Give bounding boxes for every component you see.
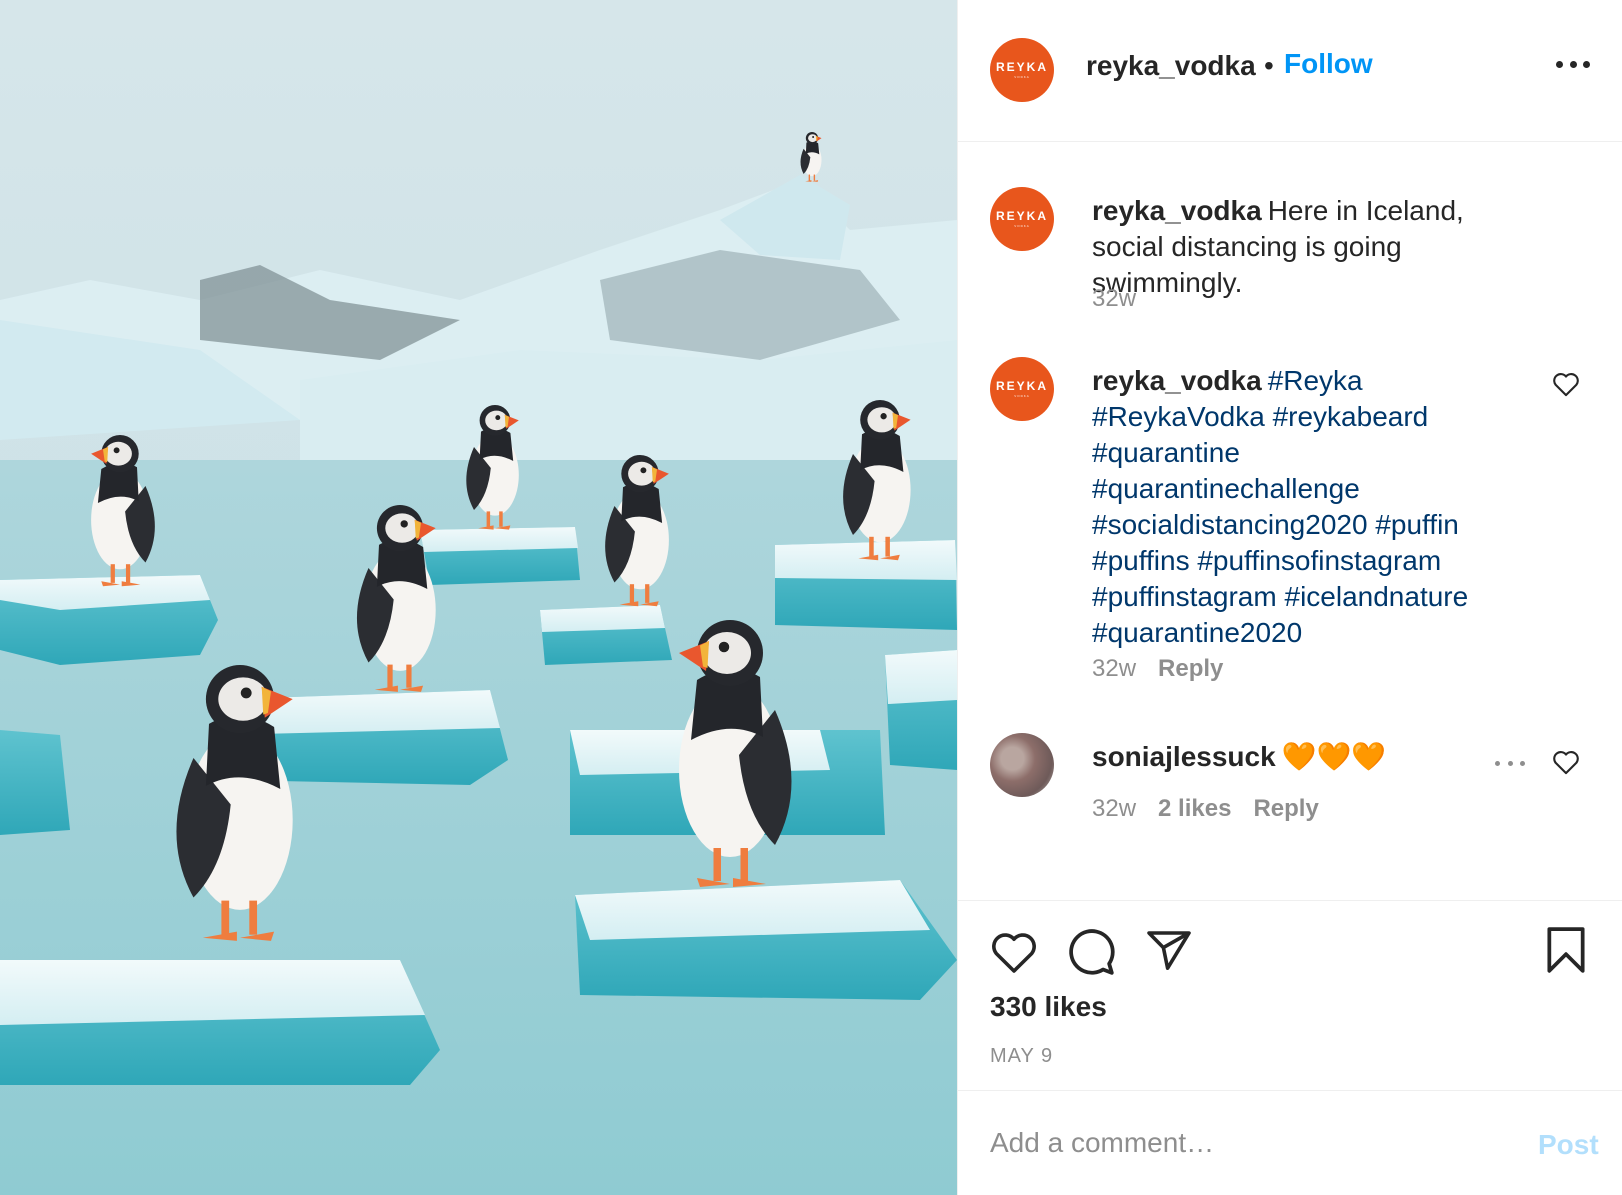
hashtag-link[interactable]: #puffins <box>1092 545 1190 576</box>
brand-wordmark: REYKA <box>995 379 1048 393</box>
brand-subtext: VODKA <box>1014 224 1030 228</box>
comment-username[interactable]: reyka_vodka <box>1092 365 1262 396</box>
post-date[interactable]: MAY 9 <box>990 1045 1053 1068</box>
brand-wordmark: REYKA <box>995 60 1048 74</box>
profile-avatar[interactable]: REYKA VODKA <box>990 38 1054 102</box>
heart-icon[interactable] <box>990 929 1038 975</box>
comment-body: reyka_vodka #Reyka #ReykaVodka #reykabeard… <box>1092 363 1522 651</box>
comment-avatar[interactable]: REYKA VODKA <box>990 357 1054 421</box>
reply-button[interactable]: Reply <box>1253 795 1318 822</box>
hashtag-link[interactable]: #Reyka <box>1268 365 1363 396</box>
post-comment-button[interactable]: Post <box>1538 1129 1599 1161</box>
post-image[interactable] <box>0 0 957 1195</box>
post-actions: 330 likes MAY 9 <box>958 900 1622 1090</box>
comment-text: 🧡🧡🧡 <box>1281 741 1387 772</box>
hashtag-link[interactable]: #puffin <box>1375 509 1459 540</box>
caption-time[interactable]: 32w <box>1092 285 1136 312</box>
hashtag-link[interactable]: #puffinstagram <box>1092 581 1277 612</box>
brand-subtext: VODKA <box>1014 75 1030 79</box>
comment-icon[interactable] <box>1066 927 1116 977</box>
follow-button[interactable]: Follow <box>1284 48 1373 80</box>
hashtag-link[interactable]: #reykabeard <box>1273 401 1429 432</box>
post-sidebar: REYKA VODKA reyka_vodka • Follow REYKA V… <box>957 0 1622 1195</box>
comment-meta: 32w Reply <box>1092 655 1245 683</box>
header-username[interactable]: reyka_vodka <box>1086 50 1256 82</box>
hashtag-link[interactable]: #puffinsofinstagram <box>1197 545 1441 576</box>
more-horizontal-icon[interactable] <box>1556 56 1590 72</box>
hashtag-link[interactable]: #quarantine2020 <box>1092 617 1302 648</box>
commenter-avatar[interactable] <box>990 733 1054 797</box>
share-icon[interactable] <box>1144 927 1194 975</box>
reply-button[interactable]: Reply <box>1158 655 1223 682</box>
bookmark-icon[interactable] <box>1543 925 1589 975</box>
hashtag-link[interactable]: #quarantine <box>1092 437 1240 468</box>
comment-input[interactable] <box>990 1121 1490 1165</box>
likes-count[interactable]: 330 likes <box>990 991 1107 1023</box>
separator-dot: • <box>1264 50 1274 81</box>
hashtag-link[interactable]: #socialdistancing2020 <box>1092 509 1368 540</box>
comment-body: soniajlessuck 🧡🧡🧡 <box>1092 739 1522 775</box>
comment-like-heart-icon[interactable] <box>1552 749 1580 775</box>
add-comment-bar: Post <box>958 1090 1622 1195</box>
caption-meta: 32w <box>1092 285 1158 313</box>
comment-time[interactable]: 32w <box>1092 795 1136 822</box>
post-header: REYKA VODKA reyka_vodka • Follow <box>958 0 1622 142</box>
comment-like-heart-icon[interactable] <box>1552 371 1580 397</box>
comment-username[interactable]: soniajlessuck <box>1092 741 1276 772</box>
comment-meta: 32w 2 likes Reply <box>1092 795 1341 823</box>
brand-subtext: VODKA <box>1014 394 1030 398</box>
hashtag-link[interactable]: #ReykaVodka <box>1092 401 1265 432</box>
comment-time[interactable]: 32w <box>1092 655 1136 682</box>
comment-more-icon[interactable] <box>1495 759 1525 767</box>
hashtag-link[interactable]: #icelandnature <box>1285 581 1469 612</box>
caption-username[interactable]: reyka_vodka <box>1092 195 1262 226</box>
brand-wordmark: REYKA <box>995 209 1048 223</box>
hashtag-link[interactable]: #quarantinechallenge <box>1092 473 1360 504</box>
comments-list[interactable]: REYKA VODKA reyka_vodka Here in Iceland, … <box>958 143 1622 899</box>
caption-avatar[interactable]: REYKA VODKA <box>990 187 1054 251</box>
comment-likes-count[interactable]: 2 likes <box>1158 795 1231 822</box>
